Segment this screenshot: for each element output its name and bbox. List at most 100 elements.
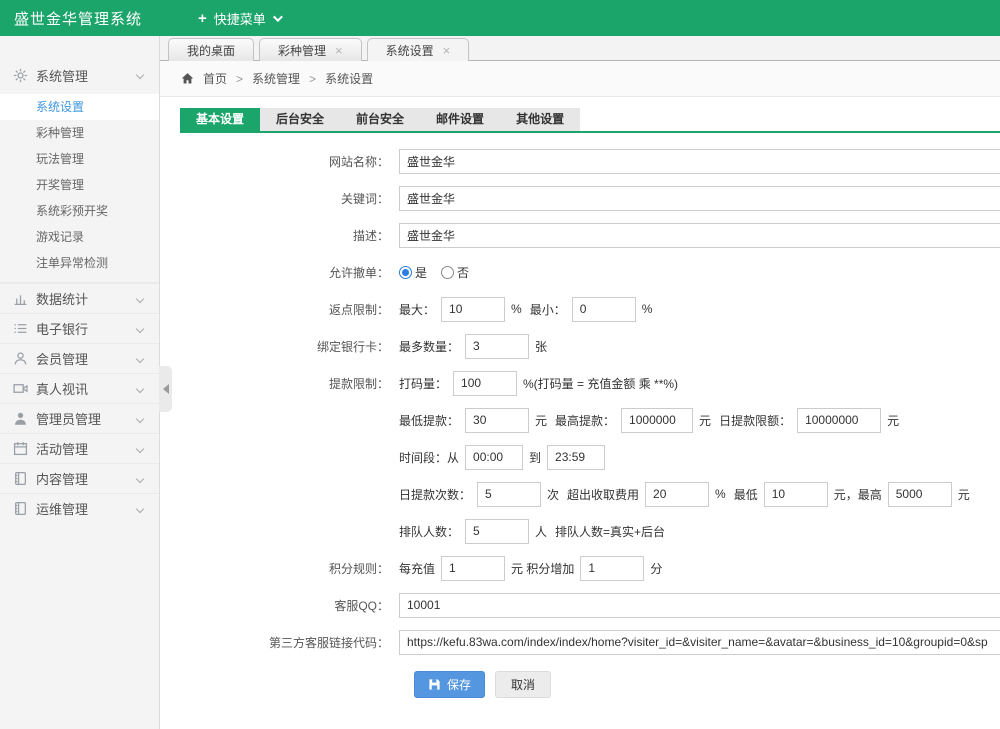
service-qq-input[interactable]: [399, 593, 1000, 618]
excess-fee-label: 超出收取费用: [567, 486, 639, 503]
window-tab-lottery[interactable]: 彩种管理 ×: [259, 38, 362, 61]
sidebar-group-statistics[interactable]: 数据统计: [0, 283, 159, 313]
daily-times-input[interactable]: [477, 482, 541, 507]
rebate-limit-label: 返点限制：: [180, 301, 389, 318]
sidebar-group-activities[interactable]: 活动管理: [0, 433, 159, 463]
turnover-label: 打码量：: [399, 375, 447, 392]
sidebar-group-content[interactable]: 内容管理: [0, 463, 159, 493]
save-button-label: 保存: [447, 676, 471, 693]
daily-times-unit: 次: [547, 486, 559, 503]
cancel-button[interactable]: 取消: [495, 671, 551, 698]
tab-backend-security[interactable]: 后台安全: [260, 108, 340, 131]
sidebar-item-bet-anomaly[interactable]: 注单异常检测: [0, 250, 159, 276]
rebate-max-unit: %: [511, 302, 522, 316]
description-input[interactable]: [399, 223, 1000, 248]
rebate-min-label: 最小：: [530, 301, 566, 318]
bank-card-row: 绑定银行卡： 最多数量： 张: [180, 333, 1000, 359]
queue-label: 排队人数：: [399, 523, 459, 540]
withdraw-turnover-row: 提款限制： 打码量： %(打码量 = 充值金额 乘 **%): [180, 370, 1000, 396]
sidebar-collapse-handle[interactable]: [159, 366, 172, 412]
breadcrumb-system-manage[interactable]: 系统管理: [252, 70, 300, 87]
sidebar-group-live-video[interactable]: 真人视讯: [0, 373, 159, 403]
chevron-down-icon: [136, 354, 144, 362]
sidebar-group-ebank[interactable]: 电子银行: [0, 313, 159, 343]
time-to-input[interactable]: [547, 445, 605, 470]
basic-settings-form: 网站名称： 关键词： 描述： 允许撤单： 是: [180, 133, 1000, 698]
window-tab-label: 彩种管理: [278, 42, 326, 59]
sidebar-item-play-manage[interactable]: 玩法管理: [0, 146, 159, 172]
turnover-input[interactable]: [453, 371, 517, 396]
withdraw-max-input[interactable]: [621, 408, 693, 433]
allow-cancel-yes-radio[interactable]: [399, 266, 412, 279]
excess-fee-input[interactable]: [645, 482, 709, 507]
excess-fee-unit: %: [715, 487, 726, 501]
points-add-input[interactable]: [580, 556, 644, 581]
points-per-label: 每充值: [399, 560, 435, 577]
breadcrumb-system-settings[interactable]: 系统设置: [325, 70, 373, 87]
chevron-down-icon: [136, 474, 144, 482]
time-range-label: 时间段：从: [399, 449, 459, 466]
site-name-label: 网站名称：: [180, 153, 389, 170]
form-tab-bar: 基本设置 后台安全 前台安全 邮件设置 其他设置: [180, 108, 1000, 133]
tab-basic-settings[interactable]: 基本设置: [180, 108, 260, 131]
chevron-down-icon: [273, 12, 283, 22]
queue-input[interactable]: [465, 519, 529, 544]
keywords-input[interactable]: [399, 186, 1000, 211]
sidebar-item-system-settings[interactable]: 系统设置: [0, 94, 159, 120]
tab-mail-settings[interactable]: 邮件设置: [420, 108, 500, 131]
points-mid-label: 元 积分增加: [511, 560, 574, 577]
tab-frontend-security[interactable]: 前台安全: [340, 108, 420, 131]
sidebar-group-system[interactable]: 系统管理: [0, 60, 159, 90]
sidebar-group-label: 电子银行: [36, 319, 137, 338]
daily-limit-input[interactable]: [797, 408, 881, 433]
sidebar-item-predraw[interactable]: 系统彩预开奖: [0, 198, 159, 224]
bank-card-unit: 张: [535, 338, 547, 355]
sidebar-group-members[interactable]: 会员管理: [0, 343, 159, 373]
time-to-label: 到: [529, 449, 541, 466]
window-tab-desktop[interactable]: 我的桌面: [168, 38, 254, 61]
allow-cancel-no-radio[interactable]: [441, 266, 454, 279]
breadcrumb-home[interactable]: 首页: [203, 70, 227, 87]
withdraw-times-row: 日提款次数： 次 超出收取费用 % 最低 元，最高 元: [180, 481, 1000, 507]
service-qq-label: 客服QQ：: [180, 597, 389, 614]
sidebar-item-lottery-manage[interactable]: 彩种管理: [0, 120, 159, 146]
window-tab-label: 系统设置: [386, 42, 434, 59]
tab-other-settings[interactable]: 其他设置: [500, 108, 580, 131]
fee-min-input[interactable]: [764, 482, 828, 507]
calendar-icon: [13, 441, 28, 456]
sidebar-group-ops[interactable]: 运维管理: [0, 493, 159, 523]
close-icon[interactable]: ×: [443, 44, 451, 57]
window-tab-system-settings[interactable]: 系统设置 ×: [367, 38, 470, 61]
bank-card-count-label: 最多数量：: [399, 338, 459, 355]
allow-cancel-yes-label: 是: [415, 264, 427, 281]
notebook-icon: [13, 501, 28, 516]
save-button[interactable]: 保存: [414, 671, 485, 698]
sidebar-group-admins[interactable]: 管理员管理: [0, 403, 159, 433]
third-party-label: 第三方客服链接代码：: [180, 634, 389, 651]
service-qq-row: 客服QQ：: [180, 592, 1000, 618]
third-party-input[interactable]: [399, 630, 1000, 655]
daily-times-label: 日提款次数：: [399, 486, 471, 503]
content-area: 我的桌面 彩种管理 × 系统设置 × 首页 > 系统管理 > 系统设置 基本设置: [160, 36, 1000, 729]
quick-menu-label: 快捷菜单: [214, 9, 266, 28]
points-per-input[interactable]: [441, 556, 505, 581]
fee-max-input[interactable]: [888, 482, 952, 507]
withdraw-min-label: 最低提款：: [399, 412, 459, 429]
withdraw-limit-label: 提款限制：: [180, 375, 389, 392]
quick-menu-button[interactable]: + 快捷菜单: [198, 9, 280, 28]
queue-row: 排队人数： 人 排队人数=真实+后台: [180, 518, 1000, 544]
turnover-note: %(打码量 = 充值金额 乘 **%): [523, 375, 678, 392]
chevron-down-icon: [136, 294, 144, 302]
rebate-min-input[interactable]: [572, 297, 636, 322]
top-header: 盛世金华管理系统 + 快捷菜单: [0, 0, 1000, 36]
sidebar-item-draw-manage[interactable]: 开奖管理: [0, 172, 159, 198]
withdraw-min-input[interactable]: [465, 408, 529, 433]
sidebar-item-game-records[interactable]: 游戏记录: [0, 224, 159, 250]
daily-limit-label: 日提款限额：: [719, 412, 791, 429]
bank-card-count-input[interactable]: [465, 334, 529, 359]
withdraw-max-label: 最高提款：: [555, 412, 615, 429]
rebate-max-input[interactable]: [441, 297, 505, 322]
close-icon[interactable]: ×: [335, 44, 343, 57]
time-from-input[interactable]: [465, 445, 523, 470]
site-name-input[interactable]: [399, 149, 1000, 174]
